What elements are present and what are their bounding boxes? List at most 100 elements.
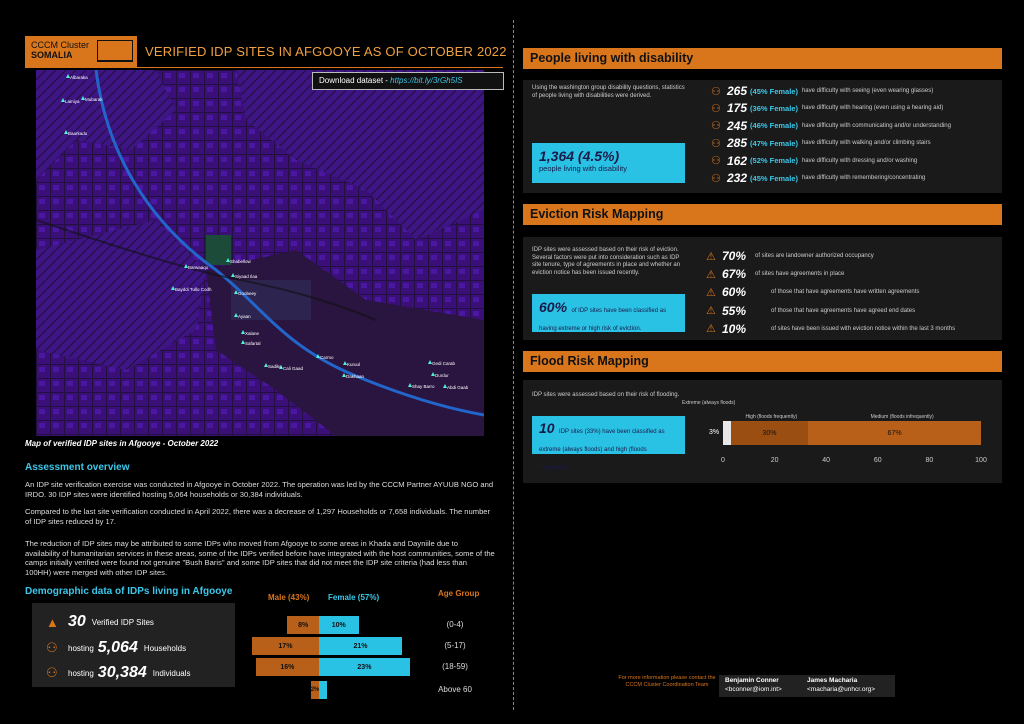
eviction-intro: IDP sites were assessed based on their r… [532, 247, 681, 276]
footer-more-info: For more information please contact the … [618, 675, 716, 688]
disability-total-label: people living with disability [539, 164, 627, 173]
disability-header: People living with disability [523, 48, 1002, 69]
map-place-label: Safartal [245, 341, 261, 346]
flood-x-tick: 20 [770, 457, 779, 464]
contact-1-email[interactable]: <bconner@iom.int> [725, 686, 782, 693]
eviction-value: 10% [722, 321, 747, 336]
male-bar: 17% [251, 637, 319, 655]
contact-2-name: James Macharia [807, 677, 858, 684]
flood-header: Flood Risk Mapping [523, 351, 1002, 372]
flood-x-tick: 0 [721, 457, 725, 464]
person-pair-icon: ⚇ [711, 120, 721, 133]
disability-panel: Using the washington group disability qu… [523, 80, 1002, 193]
individuals-row: ⚇ hosting 30,384 Individuals [46, 662, 191, 684]
demographic-title: Demographic data of IDPs living in Afgoo… [25, 586, 233, 597]
male-bar: 16% [255, 658, 319, 676]
households-value: 5,064 [97, 639, 138, 656]
disability-female-share: (45% Female) [750, 86, 798, 96]
disability-item: ⚇ 175 (36% Female) have difficulty with hea… [711, 101, 943, 115]
person-pair-icon: ⚇ [711, 85, 721, 98]
map-place-label: Barwaaqo [188, 265, 209, 270]
disability-value: 232 [727, 171, 748, 185]
female-bar: 10% [319, 616, 359, 634]
female-bar [319, 681, 327, 699]
age-group-header: Age Group [438, 589, 480, 598]
disability-value: 265 [727, 84, 748, 98]
female-bar: 23% [319, 658, 410, 676]
disability-female-share: (47% Female) [750, 138, 798, 148]
building-icon [97, 40, 133, 62]
map-place-label: Xalane [245, 331, 260, 336]
map-place-label: Kuruul [347, 362, 360, 367]
eviction-summary-box: 60% of IDP sites have been classified as… [532, 294, 685, 332]
eviction-description: of those that have agreements have agree… [771, 307, 916, 314]
flood-box-text: IDP sites (33%) have been classified as … [539, 429, 665, 471]
age-group-label: (5-17) [444, 641, 466, 650]
disability-value: 162 [727, 153, 748, 168]
disability-item: ⚇ 285 (47% Female) have difficulty with wal… [711, 136, 931, 150]
eviction-icon: ⚠ [706, 323, 716, 336]
eviction-value: 70% [722, 249, 747, 263]
disability-female-share: (52% Female) [750, 156, 798, 166]
eviction-value: 60% [722, 285, 747, 300]
households-prefix: hosting [68, 643, 94, 653]
disability-description: have difficulty with walking and/or clim… [801, 140, 931, 147]
disability-total-box: 1,364 (4.5%) people living with disabili… [532, 143, 685, 183]
footer-contacts: Benjamin Conner <bconner@iom.int> James … [719, 675, 895, 697]
map-place-label: Dakhaan [346, 374, 365, 379]
male-bar: 8% [287, 616, 319, 634]
disability-description: have difficulty with seeing (even wearin… [801, 88, 934, 94]
age-group-label: (18-59) [442, 662, 468, 671]
page-title: VERIFIED IDP SITES IN AFGOOYE AS OF OCTO… [145, 44, 507, 59]
flood-x-tick: 100 [975, 457, 987, 464]
eviction-description: of sites are landowner authorized occupa… [755, 253, 874, 259]
eviction-value: 67% [722, 267, 747, 282]
eviction-item: ⚠ 67% of sites have agreements in place [706, 267, 844, 281]
map-place-label: Carmo [320, 355, 334, 360]
disability-description: have difficulty with hearing (even using… [801, 105, 944, 112]
disability-value: 175 [727, 101, 748, 116]
map-place-label: Abdi Gaab [447, 385, 469, 390]
disability-description: have difficulty with dressing and/or was… [801, 157, 918, 164]
disability-item: ⚇ 162 (52% Female) have difficulty with dre… [711, 154, 917, 168]
map-place-label: Gedi Carab [432, 361, 456, 366]
people-icon: ⚇ [46, 665, 58, 680]
column-divider [513, 20, 514, 710]
map-place-label: Albaraka [70, 75, 88, 80]
person-pair-icon: ⚇ [711, 137, 721, 150]
contact-2: James Macharia <macharia@unhcr.org> [807, 677, 875, 694]
disability-female-share: (45% Female) [750, 173, 798, 183]
download-link[interactable]: https://bit.ly/3rGh5IS [390, 76, 462, 85]
eviction-item: ⚠ 55% of those that have agreements have a… [706, 304, 915, 318]
eviction-icon: ⚠ [706, 268, 716, 281]
sites-label: Verified IDP Sites [91, 617, 154, 627]
contact-2-email[interactable]: <macharia@unhcr.org> [807, 686, 875, 693]
eviction-item: ⚠ 10% of sites have been issued with evict… [706, 322, 955, 336]
eviction-icon: ⚠ [706, 286, 716, 299]
map-caption: Map of verified IDP sites in Afgooye - O… [25, 439, 219, 448]
eviction-value: 55% [722, 303, 747, 318]
assessment-paragraph-2: Compared to the last site verification c… [25, 507, 491, 526]
eviction-panel: IDP sites were assessed based on their r… [523, 237, 1002, 340]
map-place-label: Sadiko [268, 364, 282, 369]
contact-1-name: Benjamin Conner [725, 677, 779, 684]
person-pair-icon: ⚇ [711, 102, 721, 115]
map-place-label: Ayaan [238, 314, 251, 319]
title-divider [25, 67, 503, 68]
download-label: Download dataset - [319, 76, 391, 85]
disability-item: ⚇ 265 (45% Female) have difficulty with see… [711, 84, 933, 98]
disability-value: 285 [727, 136, 748, 151]
disability-female-share: (46% Female) [750, 121, 798, 131]
disability-intro: Using the washington group disability qu… [532, 85, 685, 99]
eviction-description: of sites have been issued with eviction … [771, 325, 956, 332]
individuals-label: Individuals [152, 668, 191, 678]
idp-sites-map[interactable]: Albaraka Lamiya Mubarak Baarkadu Barwaaqo Bay… [36, 70, 484, 436]
cccm-logo: CCCM Cluster SOMALIA [25, 36, 137, 67]
female-header: Female (57%) [328, 593, 380, 602]
assessment-paragraph-1: An IDP site verification exercise was co… [25, 480, 494, 499]
eviction-item: ⚠ 60% of those that have agreements have w… [706, 285, 919, 299]
age-group-label: Above 60 [438, 685, 472, 694]
flood-x-tick: 80 [925, 457, 934, 464]
person-pair-icon: ⚇ [711, 155, 721, 168]
flood-bar-segment [723, 421, 731, 445]
